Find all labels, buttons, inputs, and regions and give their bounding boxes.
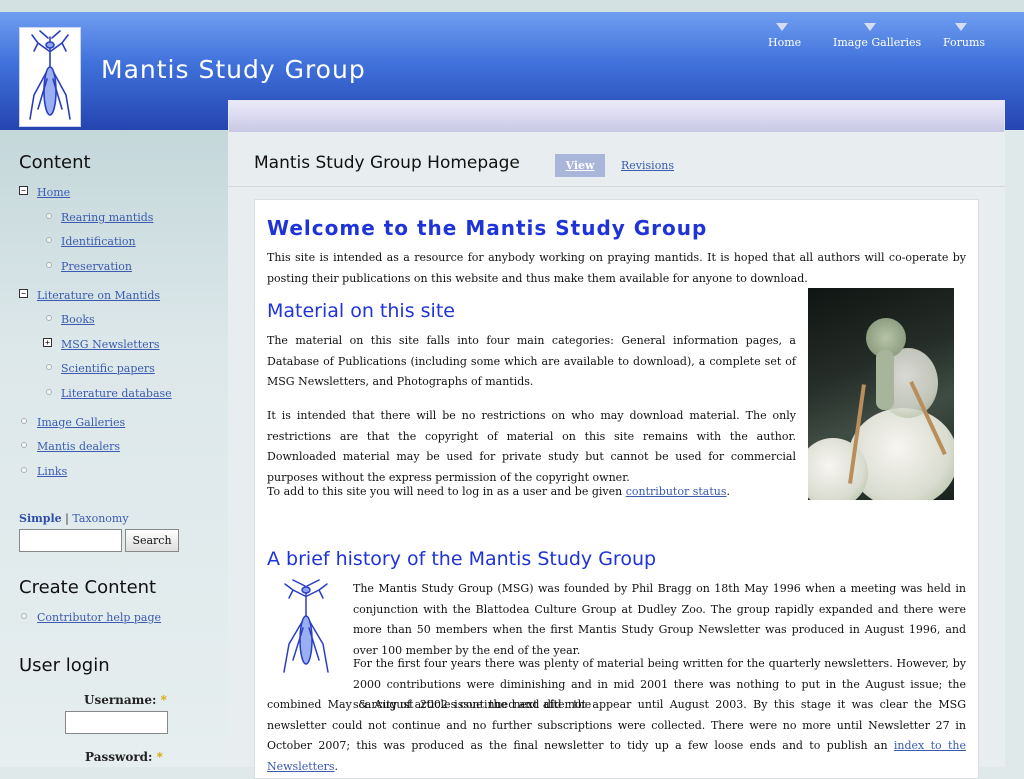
username-field[interactable] bbox=[65, 711, 168, 734]
mantis-logo-icon[interactable] bbox=[19, 27, 81, 127]
bullet-icon bbox=[46, 262, 52, 268]
nav-forums-link[interactable]: Forums bbox=[943, 36, 985, 49]
menu-literature-database[interactable]: Literature database bbox=[61, 387, 172, 400]
tab-view[interactable]: View bbox=[555, 154, 605, 177]
bullet-icon bbox=[46, 315, 52, 321]
bullet-icon bbox=[21, 418, 27, 424]
site-name[interactable]: Mantis Study Group bbox=[101, 55, 366, 84]
username-label-text: Username: bbox=[84, 693, 157, 707]
search-tab-separator: | bbox=[65, 512, 69, 525]
contributor-help-link[interactable]: Contributor help page bbox=[37, 611, 161, 624]
bullet-icon bbox=[46, 237, 52, 243]
menu-msg-newsletters[interactable]: MSG Newsletters bbox=[61, 338, 160, 351]
material-p3-end: . bbox=[726, 485, 731, 498]
required-marker: * bbox=[156, 750, 163, 764]
required-marker: * bbox=[160, 693, 167, 707]
tab-revisions[interactable]: Revisions bbox=[621, 159, 674, 172]
history-p2-end: . bbox=[334, 759, 338, 773]
intro-paragraph: This site is intended as a resource for … bbox=[267, 251, 966, 285]
mantis-logo-drawing bbox=[29, 30, 71, 120]
password-label: Password: * bbox=[85, 750, 163, 764]
nav-home-indicator-icon bbox=[776, 23, 788, 31]
search-button[interactable]: Search bbox=[125, 529, 179, 552]
username-label: Username: * bbox=[84, 693, 167, 707]
nav-forums-indicator-icon bbox=[955, 23, 967, 31]
search-input[interactable] bbox=[19, 529, 122, 552]
nav-galleries-indicator-icon bbox=[864, 23, 876, 31]
menu-preservation[interactable]: Preservation bbox=[61, 260, 132, 273]
menu-image-galleries[interactable]: Image Galleries bbox=[37, 416, 125, 429]
contributor-status-link[interactable]: contributor status bbox=[626, 485, 727, 498]
menu-mantis-dealers[interactable]: Mantis dealers bbox=[37, 440, 120, 453]
bullet-icon bbox=[46, 213, 52, 219]
collapse-minus-icon[interactable]: − bbox=[19, 289, 28, 298]
welcome-heading: Welcome to the Mantis Study Group bbox=[267, 216, 708, 240]
create-content-title: Create Content bbox=[19, 577, 157, 598]
menu-literature-on-mantids[interactable]: Literature on Mantids bbox=[37, 289, 160, 302]
history-heading: A brief history of the Mantis Study Grou… bbox=[267, 548, 657, 570]
bullet-icon bbox=[21, 442, 27, 448]
password-label-text: Password: bbox=[85, 750, 153, 764]
main-content: Mantis Study Group Homepage View Revisio… bbox=[228, 132, 1005, 779]
nav-image-galleries-link[interactable]: Image Galleries bbox=[833, 36, 921, 49]
bullet-icon bbox=[46, 389, 52, 395]
material-paragraph-1: The material on this site falls into fou… bbox=[267, 334, 796, 388]
article-body: Welcome to the Mantis Study Group This s… bbox=[254, 199, 979, 779]
content-top-bar bbox=[228, 100, 1005, 132]
divider bbox=[228, 186, 1005, 187]
page-title: Mantis Study Group Homepage bbox=[254, 153, 520, 173]
material-paragraph-3: To add to this site you will need to log… bbox=[267, 482, 796, 503]
nav-home-link[interactable]: Home bbox=[768, 36, 801, 49]
material-heading: Material on this site bbox=[267, 300, 455, 322]
history-paragraph-1: The Mantis Study Group (MSG) was founded… bbox=[353, 582, 966, 657]
expand-plus-icon[interactable]: + bbox=[43, 338, 52, 347]
search-tabs: Simple | Taxonomy bbox=[19, 512, 129, 525]
bullet-icon bbox=[21, 613, 27, 619]
bullet-icon bbox=[46, 364, 52, 370]
menu-scientific-papers[interactable]: Scientific papers bbox=[61, 362, 155, 375]
bullet-icon bbox=[21, 467, 27, 473]
history-p2b-text: combined May & August 2002 issue the nex… bbox=[267, 698, 966, 752]
history-paragraph-2b: combined May & August 2002 issue the nex… bbox=[267, 695, 966, 777]
mantis-illustration-icon bbox=[283, 579, 329, 673]
material-p3-text: To add to this site you will need to log… bbox=[267, 485, 626, 498]
top-strip bbox=[0, 0, 1024, 12]
search-tab-taxonomy[interactable]: Taxonomy bbox=[72, 512, 128, 525]
mantis-photo bbox=[808, 288, 954, 500]
material-paragraph-2: It is intended that there will be no res… bbox=[267, 409, 796, 484]
menu-identification[interactable]: Identification bbox=[61, 235, 136, 248]
menu-rearing-mantids[interactable]: Rearing mantids bbox=[61, 211, 153, 224]
menu-links[interactable]: Links bbox=[37, 465, 67, 478]
collapse-minus-icon[interactable]: − bbox=[19, 186, 28, 195]
user-login-title: User login bbox=[19, 655, 110, 676]
menu-home[interactable]: Home bbox=[37, 186, 70, 199]
search-tab-simple[interactable]: Simple bbox=[19, 512, 62, 525]
menu-books[interactable]: Books bbox=[61, 313, 95, 326]
content-block-title: Content bbox=[19, 152, 91, 173]
